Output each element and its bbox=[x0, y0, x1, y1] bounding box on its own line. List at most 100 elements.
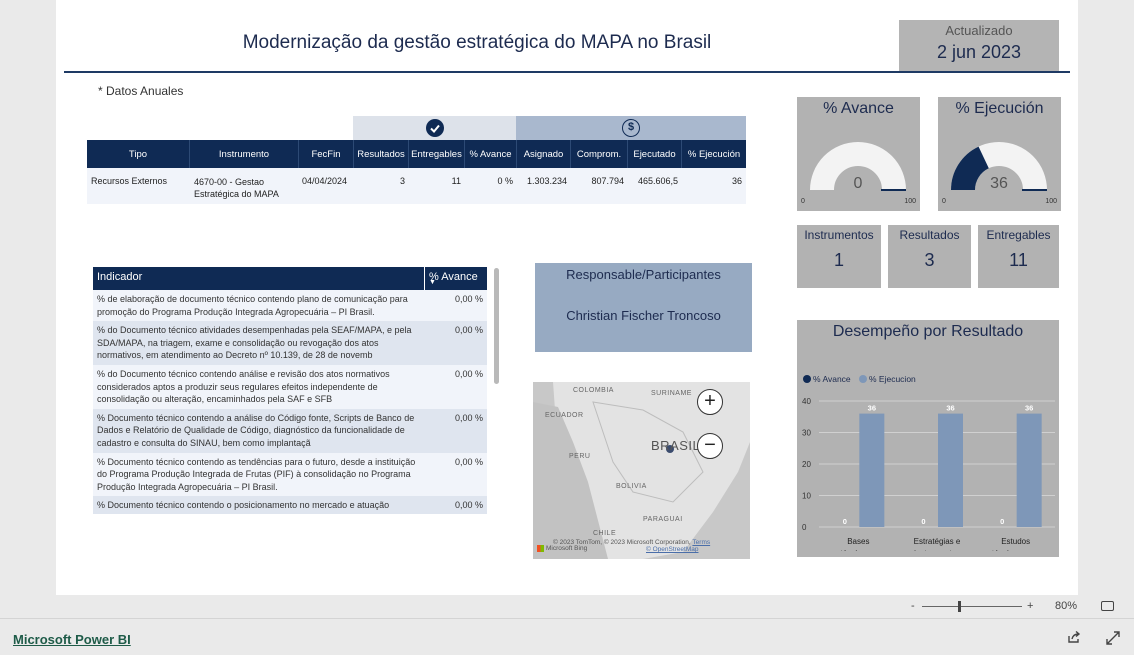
cell-avance: 0 % bbox=[497, 176, 513, 186]
map-visual[interactable]: COLOMBIA SURINAME ECUADOR PERU BRASIL BO… bbox=[533, 382, 750, 559]
responsible-name: Christian Fischer Troncoso bbox=[566, 308, 721, 323]
x-tick-label: Estratégias einstrumentosde bbox=[914, 537, 961, 551]
fullscreen-icon[interactable] bbox=[1106, 631, 1120, 650]
zoom-slider-thumb[interactable] bbox=[958, 601, 961, 612]
bing-logo: Microsoft Bing bbox=[537, 545, 587, 552]
indicator-value: 0,00 % bbox=[454, 325, 483, 336]
gauge-card-ejecucion: % Ejecución 36 0 100 bbox=[938, 97, 1061, 211]
col-resultados[interactable]: Resultados bbox=[354, 140, 409, 168]
indicator-text: % Documento técnico contendo as tendênci… bbox=[97, 456, 416, 492]
cell-resultados: 3 bbox=[399, 176, 405, 186]
data-label: 36 bbox=[946, 404, 954, 413]
bar bbox=[859, 413, 885, 527]
gauge-avance: 0 0 100 bbox=[801, 142, 916, 205]
gauge-value: 0 bbox=[854, 175, 863, 192]
col-entregables[interactable]: Entregables bbox=[409, 140, 465, 168]
legend-label: % Ejecucion bbox=[869, 374, 916, 384]
col-comprom[interactable]: Comprom. bbox=[571, 140, 628, 168]
indicator-text: % do Documento técnico contendo análise … bbox=[97, 368, 390, 405]
data-label: 0 bbox=[921, 517, 925, 526]
updated-date: 2 jun 2023 bbox=[936, 42, 1022, 62]
performance-chart[interactable]: % Avance % Ejecucion 0 10 20 30 40 0 36 Basestécn… bbox=[797, 341, 1059, 570]
col-ejecutado[interactable]: Ejecutado bbox=[628, 140, 682, 168]
updated-label: Actualizado bbox=[945, 23, 1013, 38]
indicator-scrollbar[interactable] bbox=[494, 268, 499, 384]
col-indicador-avance[interactable]: % Avance ▼ bbox=[425, 267, 487, 290]
zoom-out-button[interactable]: - bbox=[911, 600, 915, 612]
col-ejecucion[interactable]: % Ejecución bbox=[682, 140, 746, 168]
cell-ejecucion: 36 bbox=[731, 176, 742, 186]
list-item[interactable]: % de elaboração de documento técnico con… bbox=[93, 290, 487, 322]
zoom-slider[interactable] bbox=[922, 601, 1022, 612]
title-divider bbox=[64, 71, 1070, 73]
col-fecfin[interactable]: FecFin bbox=[299, 140, 354, 168]
responsible-label: Responsable/Participantes bbox=[566, 267, 721, 282]
cell-fecfin: 04/04/2024 bbox=[302, 176, 348, 186]
col-instrumento[interactable]: Instrumento bbox=[190, 140, 299, 168]
gauge-min: 0 bbox=[801, 198, 805, 205]
kpi-value: 1 bbox=[833, 250, 844, 270]
map-label-colombia: COLOMBIA bbox=[573, 387, 614, 394]
annual-note: * Datos Anuales bbox=[98, 84, 184, 98]
responsible-card: Responsable/Participantes Christian Fisc… bbox=[535, 263, 752, 352]
data-label: 36 bbox=[868, 404, 876, 413]
dollar-icon: $ bbox=[622, 119, 640, 137]
y-tick-label: 0 bbox=[802, 523, 807, 532]
kpi-label: Resultados bbox=[899, 228, 960, 242]
gauge-max: 100 bbox=[904, 198, 916, 205]
indicator-value: 0,00 % bbox=[454, 294, 483, 304]
legend-swatch bbox=[859, 375, 867, 383]
table-row[interactable]: Recursos Externos 4670-00 - Gestao Estra… bbox=[87, 168, 746, 204]
indicator-text: % Documento técnico contendo o posiciona… bbox=[97, 500, 390, 511]
x-tick-label: Basestécnicas ecientíficas bbox=[840, 537, 877, 551]
bing-label: Microsoft Bing bbox=[546, 545, 588, 552]
indicator-value: 0,00 % bbox=[454, 500, 483, 511]
bar bbox=[1016, 413, 1042, 527]
map-label-brasil: BRASIL bbox=[651, 438, 701, 453]
map-label-paraguai: PARAGUAI bbox=[643, 516, 683, 523]
cell-entregables: 11 bbox=[451, 176, 461, 186]
indicator-table[interactable]: Indicador % Avance ▼ % de elaboração de … bbox=[93, 267, 487, 514]
indicator-text: % do Documento técnico atividades desemp… bbox=[97, 325, 412, 361]
gauge-title: % Avance bbox=[823, 100, 894, 117]
list-item[interactable]: % Documento técnico contendo a análise d… bbox=[93, 408, 487, 453]
col-avance[interactable]: % Avance bbox=[465, 140, 517, 168]
map-zoom-out-button[interactable]: − bbox=[697, 433, 723, 459]
zoom-level: 80% bbox=[1055, 600, 1078, 612]
cell-comprom: 807.794 bbox=[591, 176, 624, 186]
list-item[interactable]: % Documento técnico contendo as tendênci… bbox=[93, 452, 487, 497]
list-item[interactable]: % Documento técnico contendo o posiciona… bbox=[93, 496, 487, 514]
y-tick-label: 20 bbox=[802, 460, 811, 469]
y-tick-label: 30 bbox=[802, 429, 811, 438]
list-item[interactable]: % do Documento técnico atividades desemp… bbox=[93, 321, 487, 365]
osm-link[interactable]: © OpenStreetMap bbox=[646, 546, 698, 553]
chart-title: Desempeño por Resultado bbox=[832, 323, 1024, 340]
kpi-entregables: Entregables 11 bbox=[978, 225, 1059, 288]
powerbi-link[interactable]: Microsoft Power BI bbox=[13, 632, 131, 647]
col-asignado[interactable]: Asignado bbox=[517, 140, 571, 168]
map-terms-link[interactable]: Terms bbox=[692, 539, 710, 546]
col-indicador[interactable]: Indicador bbox=[93, 267, 425, 290]
updated-card: Actualizado 2 jun 2023 bbox=[899, 20, 1059, 71]
gauge-card-avance: % Avance 0 0 100 bbox=[797, 97, 920, 211]
report-canvas: Modernização da gestão estratégica do MA… bbox=[56, 0, 1078, 595]
kpi-label: Entregables bbox=[986, 228, 1051, 242]
top-table-header: Tipo Instrumento FecFin Resultados Entre… bbox=[87, 140, 746, 168]
map-zoom-in-button[interactable]: + bbox=[697, 389, 723, 415]
cell-asignado: 1.303.234 bbox=[526, 176, 567, 186]
x-tick-label: Estudostécnicos paraconcepção, bbox=[992, 537, 1040, 551]
indicator-value: 0,00 % bbox=[454, 412, 483, 423]
kpi-label: Instrumentos bbox=[804, 228, 874, 242]
page-title: Modernização da gestão estratégica do MA… bbox=[242, 32, 712, 53]
zoom-in-button[interactable]: + bbox=[1027, 600, 1033, 612]
share-icon[interactable] bbox=[1067, 630, 1081, 649]
bottom-bar: Microsoft Power BI bbox=[0, 618, 1134, 655]
list-item[interactable]: % do Documento técnico contendo análise … bbox=[93, 364, 487, 409]
check-icon bbox=[426, 119, 444, 137]
bar bbox=[938, 413, 963, 527]
kpi-instrumentos: Instrumentos 1 bbox=[797, 225, 881, 288]
fit-page-icon[interactable] bbox=[1101, 601, 1114, 611]
y-tick-label: 10 bbox=[802, 492, 811, 501]
legend-swatch bbox=[803, 375, 811, 383]
col-tipo[interactable]: Tipo bbox=[87, 140, 190, 168]
